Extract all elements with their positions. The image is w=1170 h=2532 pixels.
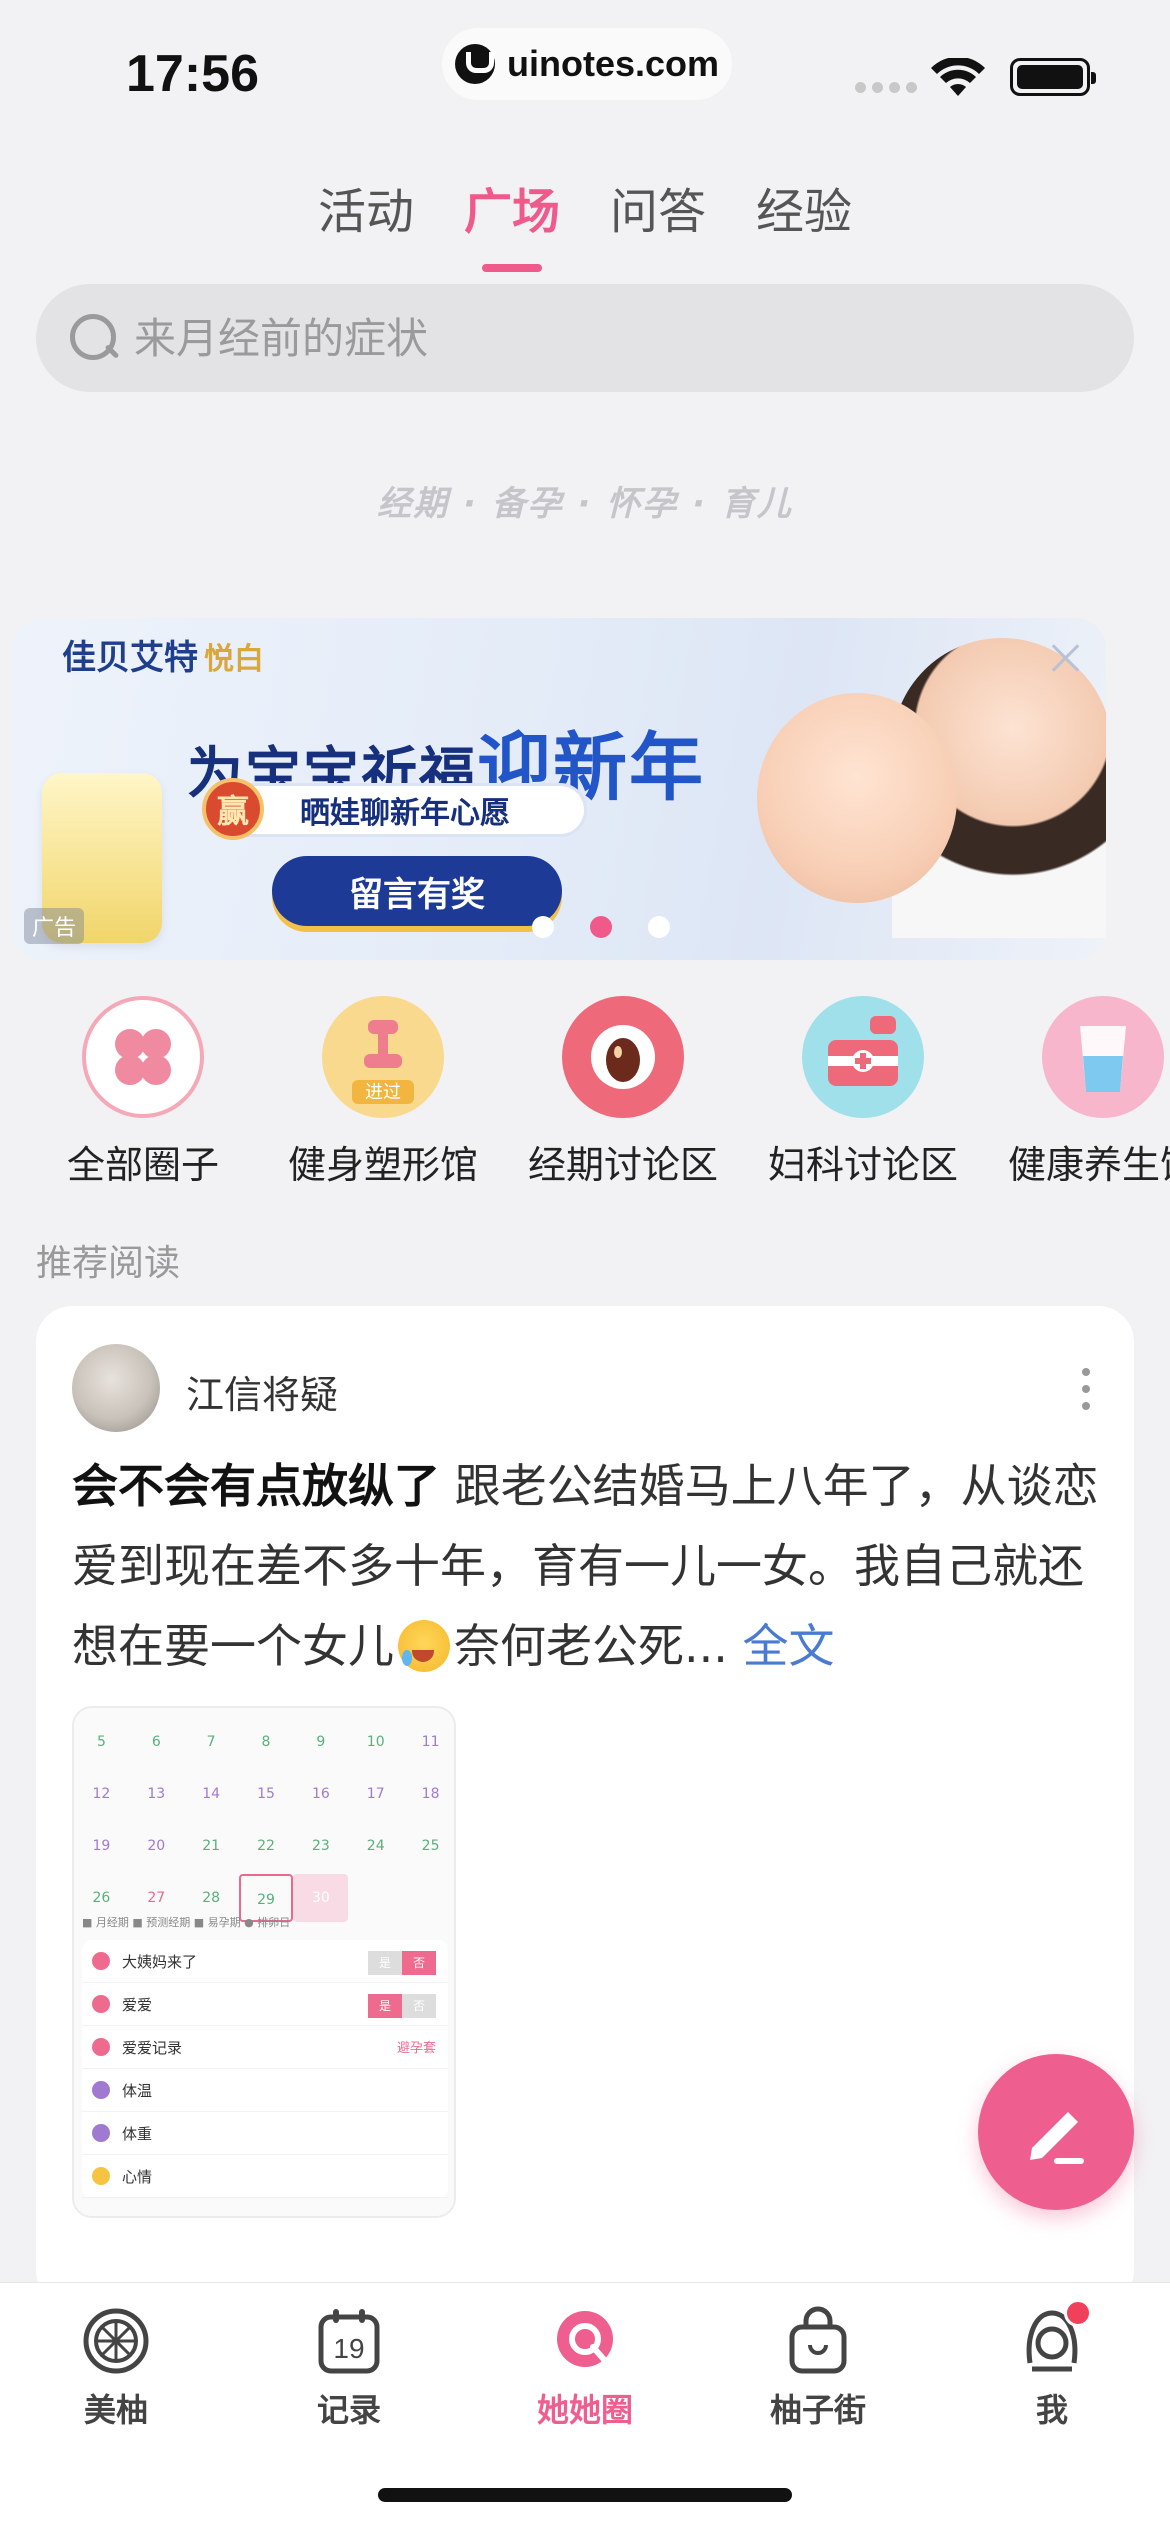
period-cup-icon (562, 996, 684, 1118)
record-row: 体温 (82, 2069, 448, 2112)
slogan: 经期 · 备孕 · 怀孕 · 育儿 (377, 484, 793, 524)
ad-tag: 广告 (24, 908, 85, 944)
wifi-icon (931, 58, 985, 96)
post-title: 会不会有点放纵了 (72, 1459, 440, 1513)
clover-icon (82, 996, 204, 1118)
nav-shop[interactable]: 柚子街 (718, 2305, 918, 2431)
carousel-dot[interactable] (648, 916, 670, 938)
status-bar: 17:56 uinotes.com (0, 0, 1170, 140)
nav-label: 柚子街 (769, 2391, 866, 2429)
profile-icon (1016, 2299, 1092, 2377)
circle-all[interactable]: 全部圈子 (28, 996, 258, 1189)
carousel-dot-active[interactable] (590, 916, 612, 938)
shopping-bag-icon (789, 2306, 847, 2374)
compose-button[interactable] (978, 2054, 1134, 2210)
nav-record[interactable]: 19 记录 (249, 2305, 449, 2431)
tab-experience[interactable]: 经验 (756, 172, 852, 272)
circle-health[interactable]: 健康养生馆 (988, 996, 1170, 1189)
url-pill: uinotes.com (442, 28, 732, 100)
nav-label: 她她圈 (536, 2391, 633, 2429)
win-badge-icon: 赢 (202, 778, 264, 840)
search-icon (68, 312, 120, 364)
medical-kit-icon (802, 996, 924, 1118)
banner-cta-button[interactable]: 留言有奖 (272, 856, 562, 926)
calendar-legend: ■ 月经期 ■ 预测经期 ■ 易孕期 ● 排卵日 (82, 1916, 291, 1929)
tab-square[interactable]: 广场 (464, 172, 560, 272)
signal-icon (855, 82, 917, 93)
svg-text:进过: 进过 (365, 1082, 401, 1103)
read-more-link[interactable]: 全文 (743, 1619, 835, 1673)
chat-bubble-icon (557, 2311, 613, 2367)
carousel-dot[interactable] (532, 916, 554, 938)
url-text: uinotes.com (506, 43, 720, 84)
post-author[interactable]: 江信将疑 (186, 1364, 338, 1419)
post-card[interactable]: 江信将疑 会不会有点放纵了 跟老公结婚马上八年了，从谈恋爱到现在差不多十年，育有… (36, 1306, 1134, 2306)
circle-label: 健身塑形馆 (287, 1143, 478, 1187)
ad-banner[interactable]: 佳贝艾特 悦白 为宝宝祈福迎新年 晒娃聊新年心愿 赢 留言有奖 广告 (12, 618, 1106, 960)
post-text[interactable]: 会不会有点放纵了 跟老公结婚马上八年了，从谈恋爱到现在差不多十年，育有一儿一女。… (72, 1446, 1102, 1686)
record-row: 体重 (82, 2112, 448, 2155)
circle-period[interactable]: 经期讨论区 (508, 996, 738, 1189)
search-bar[interactable] (36, 284, 1134, 392)
circle-label: 健康养生馆 (1007, 1143, 1170, 1187)
grapefruit-icon (83, 2308, 149, 2374)
calendar-grid: 5 6 7 8 9 10 11 12 13 14 15 16 17 18 19 20 21 22 23 24 25 … (74, 1708, 454, 1922)
record-row: 心情 (82, 2155, 448, 2198)
baby-image (757, 693, 957, 903)
record-row: 爱爱记录 避孕套 (82, 2026, 448, 2069)
status-time: 17:56 (126, 45, 259, 103)
uinotes-logo-icon (454, 44, 495, 84)
top-tabs: 活动 广场 问答 经验 (0, 172, 1170, 272)
dumbbell-icon: 进过 (322, 996, 444, 1118)
tab-qa[interactable]: 问答 (610, 172, 706, 272)
circle-fitness[interactable]: 进过 健身塑形馆 (268, 996, 498, 1189)
record-row: 爱爱是否 (82, 1983, 448, 2026)
svg-text:19: 19 (333, 2333, 364, 2364)
carousel-dots (532, 916, 670, 938)
record-row: 大姨妈来了是否 (82, 1940, 448, 1983)
nav-me[interactable]: 我 (952, 2299, 1152, 2431)
notification-badge (1064, 2299, 1092, 2327)
section-title: 推荐阅读 (36, 1243, 181, 1284)
crying-emoji-icon (398, 1620, 450, 1672)
nav-label: 美柚 (83, 2391, 148, 2429)
nav-label: 我 (1035, 2391, 1068, 2429)
nav-label: 记录 (316, 2391, 381, 2429)
battery-icon (1010, 58, 1096, 96)
search-input[interactable] (134, 313, 1034, 363)
close-icon[interactable] (1048, 640, 1084, 676)
post-image[interactable]: 5 6 7 8 9 10 11 12 13 14 15 16 17 18 19 20 21 22 23 24 25 … (72, 1706, 456, 2218)
tab-activity[interactable]: 活动 (318, 172, 414, 272)
banner-subtitle: 晒娃聊新年心愿 (207, 783, 587, 837)
post-body-end: 奈何老公死... (454, 1619, 728, 1673)
water-glass-icon (1042, 996, 1164, 1118)
circle-label: 经期讨论区 (527, 1143, 718, 1187)
calendar-icon: 19 (313, 2305, 385, 2377)
circle-label: 全部圈子 (66, 1143, 219, 1187)
circle-label: 妇科讨论区 (767, 1143, 958, 1187)
avatar[interactable] (72, 1344, 160, 1432)
record-list: 大姨妈来了是否 爱爱是否 爱爱记录 避孕套 体温 体重 心情 (82, 1940, 448, 2198)
circle-shortcuts: 全部圈子 进过 健身塑形馆 经期讨论区 妇科讨论区 健康养生 (0, 996, 1170, 1196)
circle-gynecology[interactable]: 妇科讨论区 (748, 996, 978, 1189)
nav-community[interactable]: 她她圈 (485, 2305, 685, 2431)
banner-brand: 佳贝艾特 悦白 (62, 638, 264, 678)
more-options-icon[interactable] (1082, 1368, 1092, 1410)
nav-meiyou[interactable]: 美柚 (16, 2305, 216, 2431)
pencil-icon (1030, 2112, 1084, 2164)
home-indicator[interactable] (378, 2488, 792, 2502)
